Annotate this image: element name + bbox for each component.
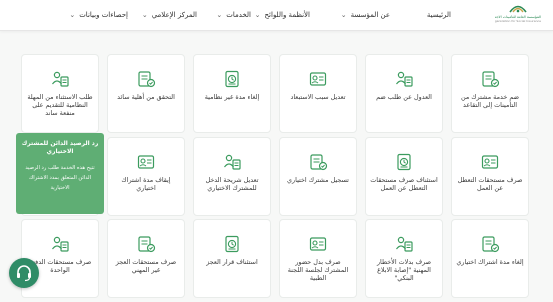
logo-text-english: General Organization for Social Insuranc…	[495, 20, 541, 23]
nav-item-label: الرئيسية	[426, 11, 451, 19]
service-card-label: استئناف صرف مستحقات التعطل عن العمل	[370, 176, 438, 192]
service-card-label: إلغاء مدة غير نظامية	[204, 93, 260, 101]
chevron-down-icon: ⌄	[141, 11, 148, 19]
nav-item-label: عن المؤسسة	[350, 11, 390, 19]
service-card[interactable]: طلب الاستثناء من المهلة النظامية للتقديم…	[21, 54, 99, 133]
service-card-label: العدول عن طلب ضم	[376, 93, 432, 101]
service-card-label: إلغاء مدة اشتراك اختياري	[456, 258, 524, 266]
chat-support-button[interactable]	[9, 258, 39, 288]
service-card-label: ضم خدمة مشترك من التأمينات إلى التقاعد	[460, 93, 520, 109]
disability-benefit-icon	[138, 236, 156, 253]
occupational-hazard-icon	[396, 236, 413, 252]
eligibility-check-icon	[138, 71, 156, 88]
service-card[interactable]: صرف مستحقات التعطل عن العمل	[451, 137, 529, 216]
service-card[interactable]: تعديل سبب الاستبعاد	[279, 54, 357, 133]
service-card[interactable]: ضم خدمة مشترك من التأمينات إلى التقاعد	[451, 54, 529, 133]
exemption-request-icon	[52, 71, 69, 87]
chevron-down-icon: ⌄	[69, 11, 76, 19]
cancel-subscription-icon	[482, 236, 500, 253]
chevron-down-icon: ⌄	[254, 11, 261, 19]
service-card-label: صرف مستحقات التعطل عن العمل	[457, 176, 523, 192]
service-card[interactable]: صرف مستحقات العجز غير المهني	[107, 219, 185, 298]
withdraw-request-icon	[396, 71, 413, 87]
service-card[interactable]: إلغاء مدة غير نظامية	[193, 54, 271, 133]
nav-item-regulations[interactable]: الأنظمة واللوائح ⌄	[255, 0, 310, 30]
service-card-label: إيقاف مدة اشتراك اختياري	[121, 176, 171, 192]
service-card[interactable]: تعديل شريحة الدخل للمشترك الاختياري	[193, 137, 271, 216]
register-subscriber-icon	[310, 154, 328, 171]
chat-support-icon	[17, 265, 31, 282]
unemployment-benefit-icon	[481, 155, 499, 169]
nav-item-label: الأنظمة واللوائح	[264, 11, 310, 19]
nav-item-home[interactable]: الرئيسية	[427, 0, 451, 30]
stop-subscription-icon	[137, 155, 155, 169]
tooltip-title: رد الرصيد الدائن للمشترك الاختياري	[21, 140, 99, 155]
service-card-label: صرف بدلات الأخطار المهنية "إصابة الابلاغ…	[376, 258, 432, 282]
service-card[interactable]: صرف مستحقات الدفعة الواحدة	[21, 219, 99, 298]
edit-reason-icon	[309, 72, 327, 86]
medical-committee-icon	[309, 237, 327, 251]
tooltip-description: تتيح هذه الخدمة طلب رد الرصيد الدائن الم…	[25, 165, 95, 191]
service-card[interactable]: إيقاف مدة اشتراك اختياري	[107, 137, 185, 216]
lump-sum-icon	[52, 236, 69, 252]
nav-item-label: المركز الإعلامي	[151, 11, 197, 19]
service-card-label: التحقق من أهلية سائد	[117, 93, 175, 101]
logo-text-arabic: المؤسسة العامة للتأمينات الاجتماعية	[495, 15, 541, 19]
nav-item-about[interactable]: عن المؤسسة ⌄	[341, 0, 390, 30]
service-card[interactable]: صرف بدلات الأخطار المهنية "إصابة الابلاغ…	[365, 219, 443, 298]
nav-item-label: إحصاءات وبيانات	[79, 11, 128, 19]
chevron-down-icon: ⌄	[340, 11, 347, 19]
nav-item-label: الخدمات	[226, 11, 251, 19]
service-card[interactable]: تسجيل مشترك اختياري	[279, 137, 357, 216]
income-bracket-icon	[224, 154, 241, 170]
service-card-label: استئناف قرار العجز	[206, 258, 258, 266]
service-card[interactable]: التحقق من أهلية سائد	[107, 54, 185, 133]
top-navigation-bar: المؤسسة العامة للتأمينات الاجتماعية Gene…	[0, 0, 553, 31]
service-card-label: صرف مستحقات العجز غير المهني	[115, 258, 177, 274]
transfer-person-icon	[482, 71, 500, 88]
service-card-label: صرف بدل حضور المشترك لجلسة اللجنة الطبية	[287, 258, 349, 282]
disability-appeal-icon	[225, 235, 239, 253]
service-card-label: تعديل سبب الاستبعاد	[290, 93, 346, 101]
logo-mark-icon	[509, 5, 527, 13]
service-card[interactable]: استئناف قرار العجز	[193, 219, 271, 298]
service-card-label: تسجيل مشترك اختياري	[287, 176, 349, 184]
service-card-label: تعديل شريحة الدخل للمشترك الاختياري	[205, 176, 259, 192]
nav-item-statistics[interactable]: إحصاءات وبيانات ⌄	[69, 0, 128, 30]
service-tooltip: رد الرصيد الدائن للمشترك الاختياري تتيح …	[16, 133, 104, 214]
chevron-down-icon: ⌄	[216, 11, 223, 19]
cancel-period-icon	[225, 70, 239, 88]
nav-item-media-center[interactable]: المركز الإعلامي ⌄	[142, 0, 197, 30]
service-card[interactable]: استئناف صرف مستحقات التعطل عن العمل	[365, 137, 443, 216]
nav-item-services[interactable]: الخدمات ⌄	[216, 0, 251, 30]
service-card[interactable]: إلغاء مدة اشتراك اختياري	[451, 219, 529, 298]
service-card[interactable]: العدول عن طلب ضم	[365, 54, 443, 133]
resume-benefit-icon	[397, 153, 411, 171]
service-card[interactable]: صرف بدل حضور المشترك لجلسة اللجنة الطبية	[279, 219, 357, 298]
service-card-label: طلب الاستثناء من المهلة النظامية للتقديم…	[27, 93, 93, 117]
gosi-logo[interactable]: المؤسسة العامة للتأمينات الاجتماعية Gene…	[495, 2, 541, 28]
